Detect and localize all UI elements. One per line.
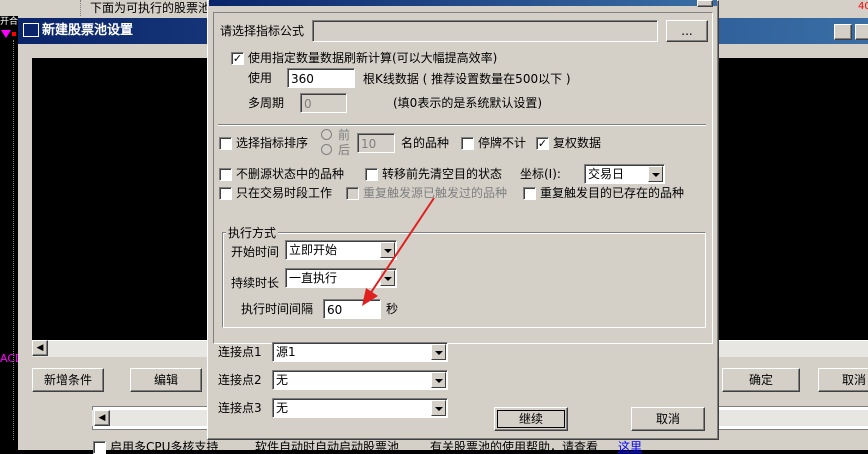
formula-field[interactable] [312,20,658,42]
conn2-label: 连接点2 [218,373,262,387]
browse-formula-button[interactable]: ... [666,20,708,42]
retrigger-target-checkbox[interactable] [523,187,536,200]
conn2-select[interactable]: 无 [272,370,448,390]
dialog-cancel-button[interactable]: 取消 [631,407,705,431]
exec-group-title: 执行方式 [226,226,279,240]
sort-suffix-label: 名的品种 [401,136,450,150]
help-link[interactable]: 这里 [618,440,642,454]
adjust-label: 复权数据 [553,136,602,150]
magenta-marker-icon [1,30,11,38]
formula-label: 请选择指标公式 [220,24,305,38]
bar-count-hint: 根K线数据 ( 推荐设置数量在500以下 ) [363,72,571,86]
trading-only-label: 只在交易时段工作 [236,186,333,200]
chart-grid-line [13,40,14,440]
start-time-value: 立即开始 [289,243,338,257]
dialog-close-button[interactable] [697,0,713,7]
edit-button[interactable]: 编辑 [130,368,202,392]
multi-period-hint: (填0表示的是系统默认设置) [393,96,542,110]
clear-target-checkbox[interactable] [365,168,378,181]
scroll-left-button[interactable]: ◀ [32,340,48,356]
chevron-down-icon[interactable] [648,166,663,182]
radio-front-label: 前 [338,128,351,142]
chevron-down-icon[interactable] [431,344,446,360]
help-text: 有关股票池的使用帮助，请查看 [430,440,599,454]
left-number: 40 [858,1,868,12]
start-time-label: 开始时间 [231,245,280,259]
conn1-label: 连接点1 [218,345,262,359]
conn3-label: 连接点3 [218,401,262,415]
window-app-icon [23,23,39,37]
annotation-arrow [362,197,435,306]
multi-period-input[interactable]: 0 [300,93,347,113]
bg-cancel-button[interactable]: 取消 [818,368,868,392]
bar-count-input[interactable]: 360 [287,68,355,88]
sort-label: 选择指标排序 [236,136,309,150]
radio-front[interactable] [321,129,332,140]
continue-button[interactable]: 继续 [494,407,568,431]
annotation-arrow-shaft [365,197,435,301]
retrigger-target-label: 重复触发目的已存在的品种 [540,186,685,200]
ok-button[interactable]: 确定 [722,368,800,392]
multi-cpu-checkbox[interactable] [93,441,106,454]
adjust-checkbox[interactable]: ✓ [536,137,549,150]
trading-only-checkbox[interactable] [219,187,232,200]
left-label-top: 开合 [0,17,19,27]
use-count-checkbox[interactable]: ✓ [231,52,244,65]
conn1-value: 源1 [276,345,296,359]
keep-source-checkbox[interactable] [219,168,232,181]
restore-window-button[interactable] [834,24,852,40]
interval-label: 执行时间间隔 [241,302,314,316]
use-label: 使用 [248,71,273,85]
sort-count-input[interactable]: 10 [357,133,395,153]
clear-target-label: 转移前先清空目的状态 [382,167,503,181]
background-close-button[interactable] [855,24,868,40]
duration-label: 持续时长 [231,276,280,290]
coord-select-value: 交易日 [588,167,625,181]
chevron-down-icon[interactable] [431,400,446,416]
radio-back-label: 后 [338,143,351,157]
section-divider [218,124,706,126]
conn2-value: 无 [276,373,289,387]
annotation-arrow-head [362,288,378,306]
multi-cpu-label: 启用多CPU多核支持 [110,440,219,454]
pool-list-caption: 下面为可执行的股票池 [90,1,211,15]
auto-start-label: 软件自动时自动启动股票池 [255,440,400,454]
pool-settings-title: 新建股票池设置 [42,23,134,38]
chevron-down-icon[interactable] [431,372,446,388]
sort-checkbox[interactable] [219,137,232,150]
multi-period-label: 多周期 [248,96,285,110]
use-count-label: 使用指定数量数据刷新计算(可以大幅提高效率) [248,51,498,65]
suspend-label: 停牌不计 [478,136,527,150]
dialog-titlebar [209,0,717,6]
coord-select[interactable]: 交易日 [584,164,665,184]
list-scroll-left-button[interactable]: ◀ [94,410,110,426]
duration-value: 一直执行 [289,271,338,285]
keep-source-label: 不删源状态中的品种 [236,167,345,181]
suspend-checkbox[interactable] [461,137,474,150]
conn1-select[interactable]: 源1 [272,342,448,362]
coord-label: 坐标(I): [520,167,561,181]
radio-back[interactable] [321,144,332,155]
conn3-value: 无 [276,401,289,415]
red-marker-icon [12,32,16,36]
add-condition-button[interactable]: 新增条件 [32,368,104,392]
conn3-select[interactable]: 无 [272,398,448,418]
